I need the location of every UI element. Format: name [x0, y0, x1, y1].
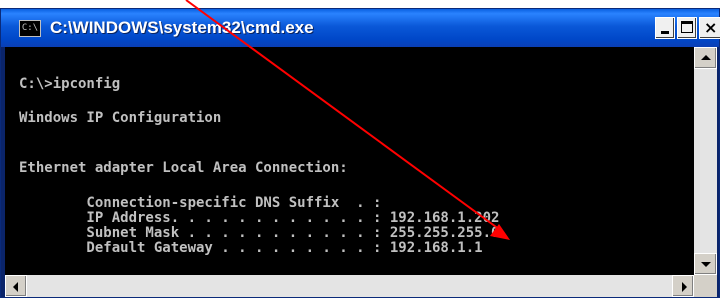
- cmd-window: C:\ C:\WINDOWS\system32\cmd.exe × C:\>ip…: [0, 8, 720, 298]
- minimize-button[interactable]: [655, 17, 675, 39]
- scrollbar-corner: [694, 275, 717, 297]
- console-line-default-gateway: Default Gateway . . . . . . . . . : 192.…: [19, 240, 483, 256]
- arrow-down-icon: [701, 262, 711, 267]
- scroll-up-button[interactable]: [694, 47, 717, 69]
- console-line-heading: Windows IP Configuration: [19, 110, 222, 126]
- console-line-prompt: C:\>ipconfig: [19, 76, 121, 92]
- console-output[interactable]: C:\>ipconfig Windows IP Configuration Et…: [5, 47, 694, 275]
- arrow-left-icon: [13, 282, 18, 292]
- scroll-left-button[interactable]: [5, 275, 27, 297]
- maximize-icon: [681, 21, 693, 33]
- close-icon: ×: [704, 18, 718, 37]
- vertical-scrollbar[interactable]: [694, 47, 717, 275]
- console-line-ip-address: IP Address. . . . . . . . . . . . : 192.…: [19, 210, 500, 226]
- console-line-adapter: Ethernet adapter Local Area Connection:: [19, 160, 348, 176]
- scroll-down-button[interactable]: [694, 253, 717, 275]
- horizontal-scrollbar[interactable]: [5, 275, 694, 297]
- title-bar[interactable]: C:\ C:\WINDOWS\system32\cmd.exe ×: [1, 9, 720, 47]
- close-button[interactable]: ×: [699, 17, 720, 39]
- arrow-right-icon: [682, 282, 687, 292]
- cmd-icon[interactable]: C:\: [19, 20, 41, 37]
- console-line-dns-suffix: Connection-specific DNS Suffix . :: [19, 195, 382, 211]
- minimize-icon: [661, 31, 669, 34]
- arrow-up-icon: [701, 55, 711, 60]
- maximize-button[interactable]: [677, 17, 697, 39]
- window-title: C:\WINDOWS\system32\cmd.exe: [50, 18, 314, 37]
- console-line-subnet-mask: Subnet Mask . . . . . . . . . . . : 255.…: [19, 225, 500, 241]
- scroll-right-button[interactable]: [672, 275, 694, 297]
